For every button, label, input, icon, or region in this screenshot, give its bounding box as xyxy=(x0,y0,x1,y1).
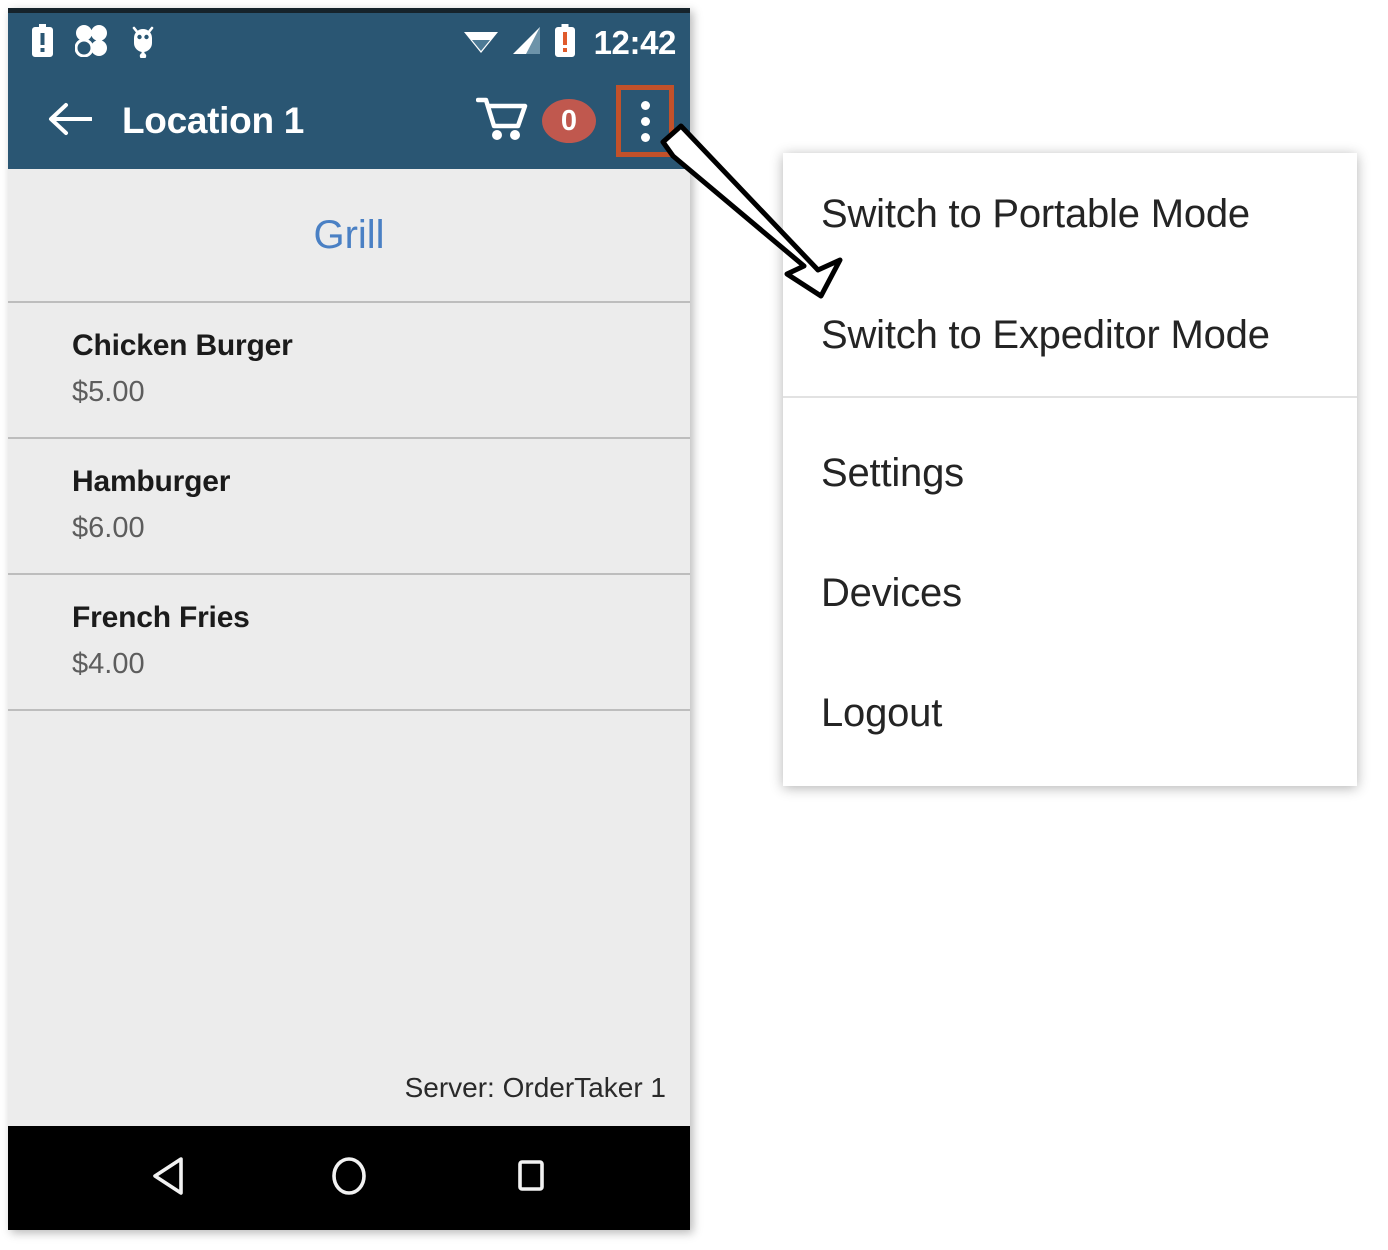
category-header: Grill xyxy=(8,169,690,303)
screenshot-root: 12:42 Location 1 0 Grill Chicken Burger … xyxy=(0,0,1388,1250)
app-bar-actions: 0 xyxy=(470,85,674,157)
item-name: Hamburger xyxy=(72,465,231,498)
nav-home-circle-icon[interactable] xyxy=(328,1155,370,1202)
status-bar-left-icons xyxy=(32,24,156,63)
item-name: French Fries xyxy=(72,601,250,634)
clover-icon xyxy=(74,24,108,62)
status-bar-clock: 12:42 xyxy=(593,24,677,61)
menu-group-system: Settings Devices Logout xyxy=(783,396,1357,773)
wifi-icon xyxy=(463,26,499,60)
back-arrow-icon[interactable] xyxy=(48,102,93,141)
menu-item-switch-expeditor-mode[interactable]: Switch to Expeditor Mode xyxy=(783,275,1357,396)
item-name: Chicken Burger xyxy=(72,329,293,362)
battery-alert-icon xyxy=(32,24,53,62)
signal-icon xyxy=(512,26,542,60)
battery-alert-icon xyxy=(554,24,575,62)
item-price: $6.00 xyxy=(72,512,145,544)
cart-count-badge: 0 xyxy=(542,99,596,143)
list-item[interactable]: Hamburger $6.00 xyxy=(8,439,690,575)
shopping-cart-icon xyxy=(475,96,528,147)
server-label: Server: OrderTaker 1 xyxy=(404,1072,666,1103)
overflow-menu-icon xyxy=(640,116,650,126)
android-status-bar: 12:42 xyxy=(8,8,690,73)
menu-content-area: Grill Chicken Burger $5.00 Hamburger $6.… xyxy=(8,169,690,1126)
nav-recents-square-icon[interactable] xyxy=(510,1155,550,1202)
phone-device-frame: 12:42 Location 1 0 Grill Chicken Burger … xyxy=(8,8,690,1230)
overflow-menu-icon xyxy=(640,100,650,110)
category-title: Grill xyxy=(313,212,385,257)
status-bar-right-icons: 12:42 xyxy=(463,24,676,62)
item-price: $4.00 xyxy=(72,648,145,680)
overflow-menu-icon xyxy=(640,132,650,142)
cart-button[interactable]: 0 xyxy=(470,90,600,153)
list-item[interactable]: French Fries $4.00 xyxy=(8,575,690,711)
overflow-menu-button[interactable] xyxy=(616,85,674,157)
android-debug-icon xyxy=(130,24,156,63)
menu-item-settings[interactable]: Settings xyxy=(783,413,1357,533)
app-bar: Location 1 0 xyxy=(8,73,690,169)
overflow-dropdown-menu: Switch to Portable Mode Switch to Expedi… xyxy=(783,153,1357,786)
item-price: $5.00 xyxy=(72,376,145,408)
list-item[interactable]: Chicken Burger $5.00 xyxy=(8,303,690,439)
menu-item-logout[interactable]: Logout xyxy=(783,653,1357,773)
nav-back-triangle-icon[interactable] xyxy=(148,1155,188,1202)
page-title: Location 1 xyxy=(122,100,305,141)
menu-item-switch-portable-mode[interactable]: Switch to Portable Mode xyxy=(783,154,1357,275)
android-navigation-bar xyxy=(8,1126,690,1230)
menu-item-devices[interactable]: Devices xyxy=(783,533,1357,653)
menu-group-modes: Switch to Portable Mode Switch to Expedi… xyxy=(783,153,1357,396)
